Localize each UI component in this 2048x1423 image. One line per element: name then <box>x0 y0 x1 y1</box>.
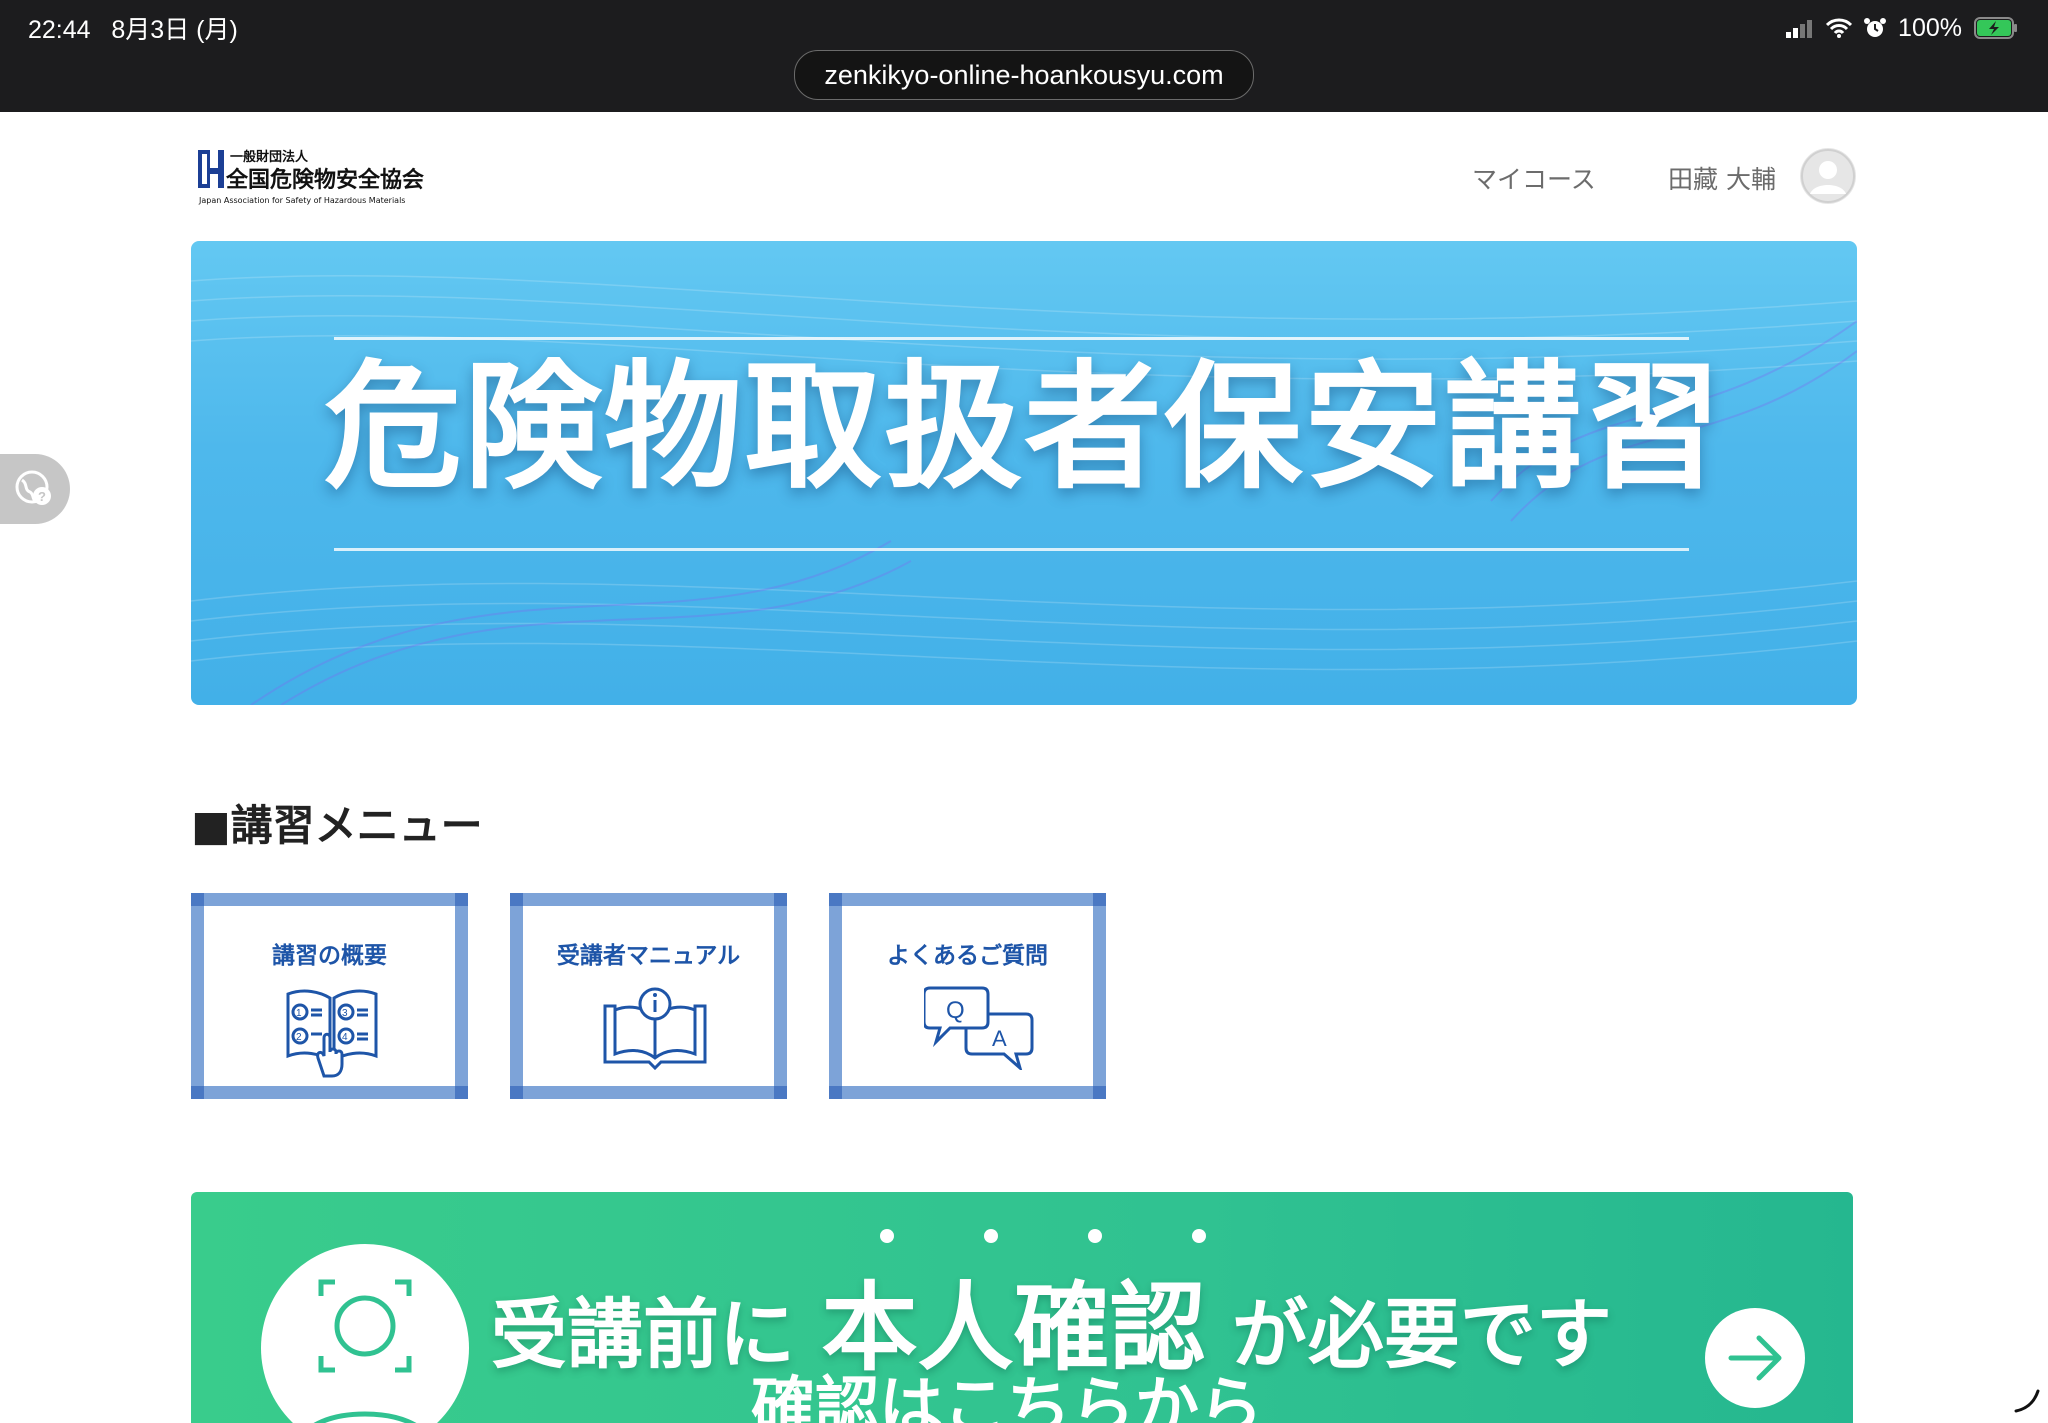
status-time: 22:44 <box>28 16 91 44</box>
hero-top-rule <box>334 337 1689 340</box>
battery-percent: 100% <box>1898 13 1962 42</box>
svg-text:?: ? <box>38 489 46 504</box>
card-corner <box>1093 893 1106 906</box>
logo-text-main: 全国危険物安全協会 <box>226 168 425 193</box>
card-corner <box>510 1086 523 1099</box>
card-corner <box>455 893 468 906</box>
identity-check-subtitle: 確認はこちらから <box>751 1371 1263 1423</box>
card-corner <box>455 1086 468 1099</box>
card-corner <box>1093 1086 1106 1099</box>
signal-icon <box>1786 20 1813 38</box>
identity-check-arrow-button[interactable] <box>1705 1308 1805 1408</box>
address-bar[interactable]: zenkikyo-online-hoankousyu.com <box>794 50 1254 100</box>
menu-card-label: 受講者マニュアル <box>556 943 741 969</box>
menu-card-label: よくあるご質問 <box>887 943 1048 969</box>
manual-info-icon <box>603 987 707 1070</box>
booklet-pointer-icon: 1 3 2 4 <box>286 989 378 1078</box>
nav-my-course[interactable]: マイコース <box>1472 160 1596 196</box>
wifi-icon <box>1826 18 1853 38</box>
qa-bubbles-icon: Q A <box>924 986 1034 1070</box>
menu-card-overview[interactable]: 講習の概要 1 3 2 4 <box>191 893 468 1099</box>
status-indicators: 100% <box>1786 10 2018 46</box>
emphasis-dots <box>880 1229 1206 1243</box>
face-scan-icon <box>313 1279 417 1423</box>
battery-icon <box>1974 17 2017 39</box>
status-bar: 22:44 8月3日 (月) 100% zenkikyo-online-hoan… <box>0 0 2048 112</box>
card-corner <box>774 893 787 906</box>
alarm-icon <box>1864 18 1887 37</box>
headline-prefix: 受講前に <box>491 1290 795 1379</box>
logo-text-english: Japan Association for Safety of Hazardou… <box>199 196 406 205</box>
card-corner <box>191 1086 204 1099</box>
menu-card-faq[interactable]: よくあるご質問 Q A <box>829 893 1106 1099</box>
svg-text:3: 3 <box>342 1008 348 1019</box>
card-corner <box>829 1086 842 1099</box>
menu-card-manual[interactable]: 受講者マニュアル <box>510 893 787 1099</box>
nav-user-name[interactable]: 田藏 大輔 <box>1668 160 1776 196</box>
card-corner <box>191 893 204 906</box>
avatar[interactable] <box>1800 148 1856 204</box>
side-language-help-button[interactable]: ? <box>0 454 70 524</box>
status-time-date: 22:44 8月3日 (月) <box>28 10 238 46</box>
hero-banner: 危険物取扱者保安講習 <box>191 241 1857 705</box>
menu-card-label: 講習の概要 <box>272 943 387 969</box>
user-silhouette-icon <box>1801 149 1855 203</box>
card-corner <box>774 1086 787 1099</box>
identity-check-banner[interactable]: 受講前に 本人確認 が必要です 確認はこちらから <box>191 1192 1853 1423</box>
headline-suffix: が必要です <box>1231 1290 1612 1379</box>
svg-text:Q: Q <box>946 997 965 1024</box>
arrow-right-icon <box>1728 1335 1782 1381</box>
site-logo[interactable]: 一般財団法人 全国危険物安全協会 Japan Association for S… <box>196 146 424 208</box>
svg-text:4: 4 <box>342 1032 348 1043</box>
card-corner <box>510 893 523 906</box>
face-id-badge <box>261 1244 469 1423</box>
svg-text:A: A <box>992 1026 1007 1051</box>
globe-help-icon: ? <box>15 470 51 505</box>
hero-title: 危険物取扱者保安講習 <box>323 347 1724 508</box>
menu-heading: ■講習メニュー <box>191 801 483 850</box>
card-corner <box>829 893 842 906</box>
svg-text:1: 1 <box>296 1008 302 1019</box>
svg-text:2: 2 <box>296 1032 302 1043</box>
status-date: 8月3日 (月) <box>111 16 238 44</box>
hero-bottom-rule <box>334 548 1689 551</box>
home-indicator-corner-icon <box>2014 1389 2040 1413</box>
